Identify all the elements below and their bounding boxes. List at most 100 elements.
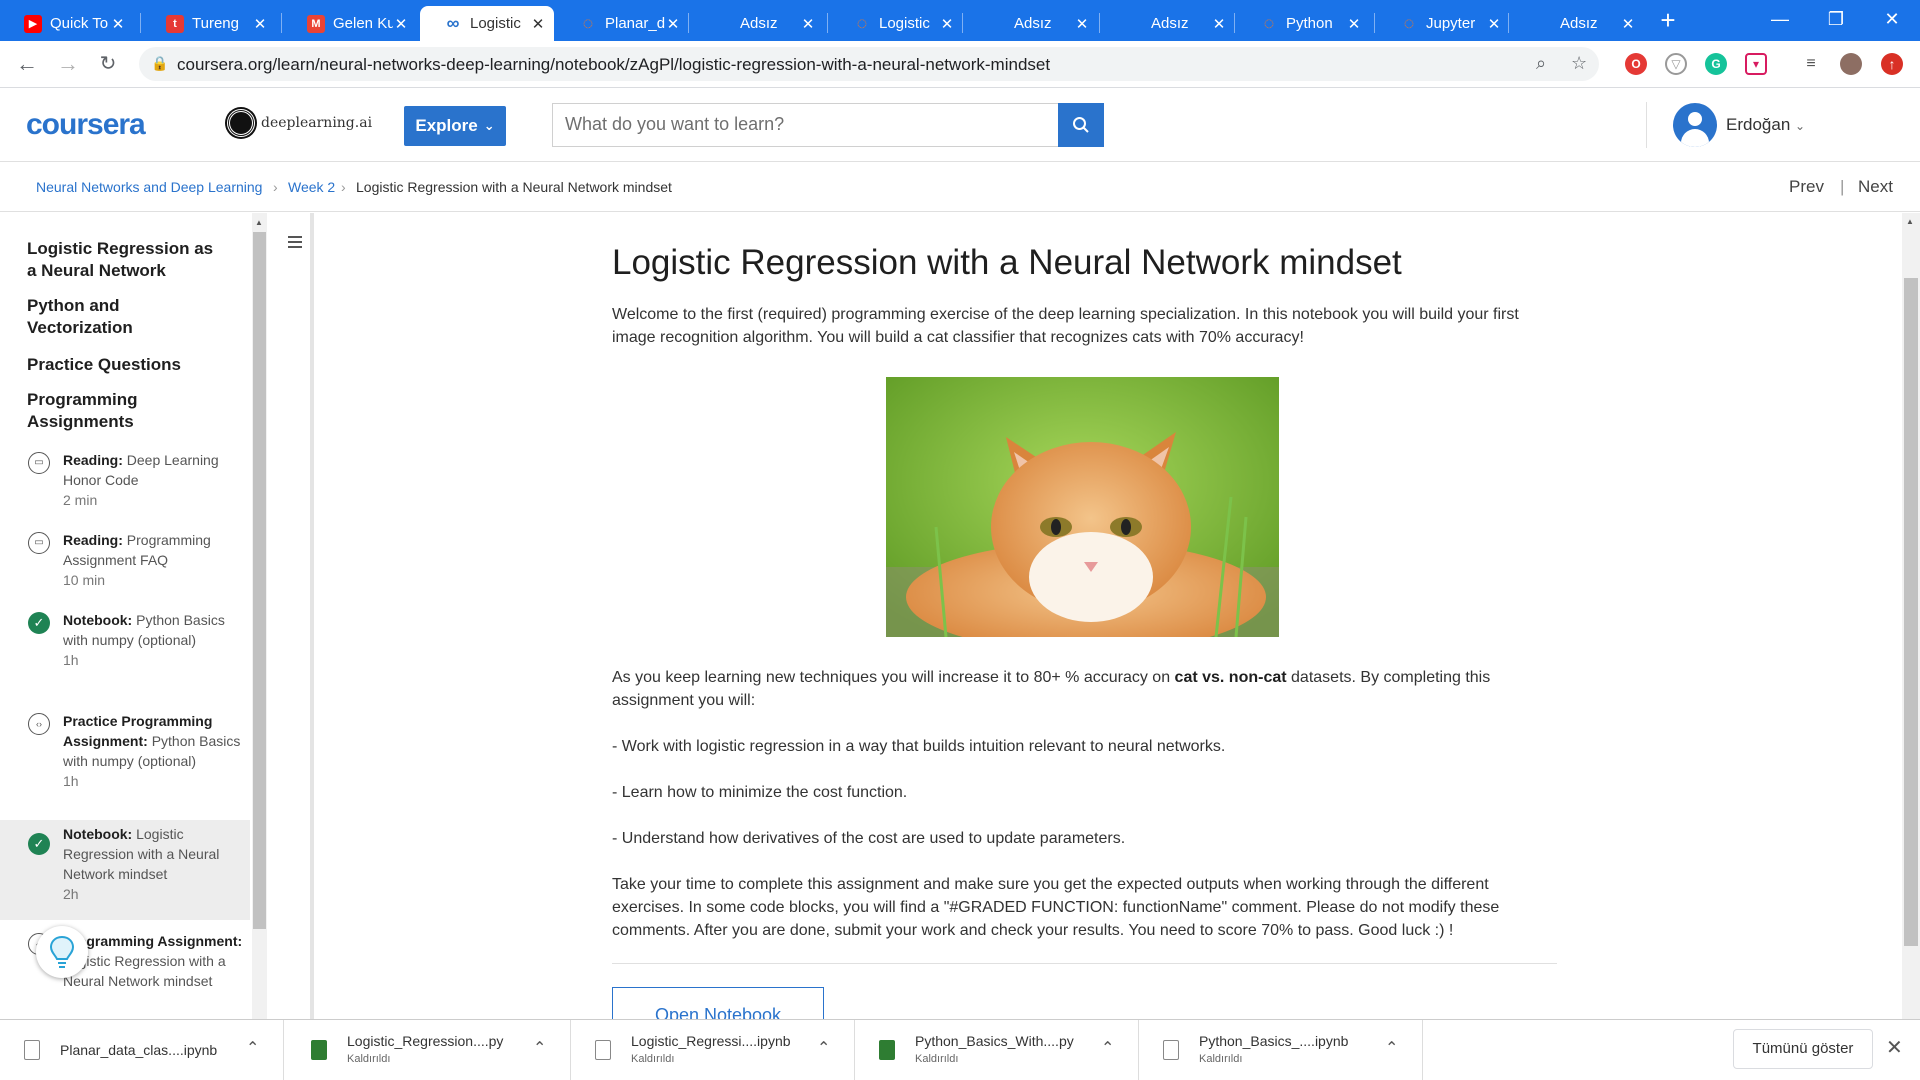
sidebar-section-programming[interactable]: Programming Assignments bbox=[27, 389, 227, 433]
chevron-up-icon[interactable]: ⌃ bbox=[1101, 1038, 1114, 1058]
shield-extension-icon[interactable]: ▽ bbox=[1665, 53, 1687, 75]
user-menu[interactable]: Erdoğan ⌄ bbox=[1726, 115, 1805, 135]
tab-close-icon[interactable]: ✕ bbox=[1211, 15, 1227, 33]
tab[interactable]: ◌ Jupyter ✕ bbox=[1376, 6, 1510, 41]
update-icon[interactable]: ↑ bbox=[1881, 53, 1903, 75]
breadcrumb-week[interactable]: Week 2 bbox=[288, 179, 335, 195]
sidebar-section-vectorization[interactable]: Python and Vectorization bbox=[27, 295, 227, 339]
scrollbar-thumb[interactable] bbox=[1904, 278, 1918, 946]
tab-close-icon[interactable]: ✕ bbox=[252, 15, 268, 33]
tab[interactable]: ◌ Logistic ✕ bbox=[829, 6, 963, 41]
tab[interactable]: ∞ Logistic ✕ bbox=[420, 6, 554, 41]
tab[interactable]: Adsız ✕ bbox=[964, 6, 1098, 41]
reading-list-icon[interactable]: ≡ bbox=[1800, 53, 1822, 75]
url-text[interactable]: coursera.org/learn/neural-networks-deep-… bbox=[177, 55, 1050, 75]
sidebar-item-honor-code[interactable]: ▭ Reading: Deep Learning Honor Code 2 mi… bbox=[0, 446, 250, 516]
pocket-extension-icon[interactable]: ▾ bbox=[1745, 53, 1767, 75]
scrollbar-thumb[interactable] bbox=[253, 232, 266, 929]
coursera-icon: ∞ bbox=[446, 13, 460, 33]
tab-close-icon[interactable]: ✕ bbox=[665, 15, 681, 33]
chevron-up-icon[interactable]: ⌃ bbox=[246, 1038, 259, 1058]
download-status: Kaldırıldı bbox=[631, 1053, 675, 1065]
tab-separator bbox=[1099, 13, 1100, 33]
download-item[interactable]: Planar_data_clas....ipynb ⌃ bbox=[0, 1020, 284, 1080]
grammarly-extension-icon[interactable]: G bbox=[1705, 53, 1727, 75]
partner-name: deeplearning.ai bbox=[261, 115, 373, 131]
partner-logo[interactable]: deeplearning.ai bbox=[227, 109, 372, 137]
scroll-up-icon[interactable]: ▲ bbox=[1906, 217, 1914, 226]
tab-close-icon[interactable]: ✕ bbox=[530, 15, 546, 33]
download-item[interactable]: Logistic_Regression....py Kaldırıldı ⌃ bbox=[287, 1020, 571, 1080]
tab[interactable]: M Gelen Ku ✕ bbox=[283, 6, 417, 41]
search-button[interactable] bbox=[1058, 103, 1104, 147]
breadcrumb-current: Logistic Regression with a Neural Networ… bbox=[356, 179, 672, 195]
tab-label: Quick To bbox=[50, 15, 109, 32]
minimize-window-button[interactable]: — bbox=[1752, 0, 1808, 40]
show-all-downloads-button[interactable]: Tümünü göster bbox=[1733, 1029, 1873, 1069]
prev-link[interactable]: Prev bbox=[1789, 177, 1824, 197]
cat-photo bbox=[886, 377, 1279, 637]
completed-check-icon: ✓ bbox=[28, 612, 50, 634]
tab-label: Adsız bbox=[1014, 15, 1052, 32]
scroll-up-icon[interactable]: ▲ bbox=[255, 218, 263, 227]
forward-icon[interactable]: → bbox=[53, 50, 83, 80]
chevron-up-icon[interactable]: ⌃ bbox=[1385, 1038, 1398, 1058]
back-icon[interactable]: ← bbox=[12, 50, 42, 80]
prev-next-divider: | bbox=[1840, 177, 1845, 196]
goals-paragraph: As you keep learning new techniques you … bbox=[612, 666, 1557, 712]
sidebar-scrollbar[interactable]: ▲ bbox=[252, 213, 267, 1019]
tab-close-icon[interactable]: ✕ bbox=[393, 15, 409, 33]
file-icon bbox=[1163, 1040, 1179, 1060]
close-download-bar-icon[interactable]: ✕ bbox=[1886, 1035, 1903, 1060]
next-link[interactable]: Next bbox=[1858, 177, 1893, 197]
close-window-button[interactable]: ✕ bbox=[1864, 0, 1920, 40]
tab-close-icon[interactable]: ✕ bbox=[110, 15, 126, 33]
sidebar-item-practice-assignment[interactable]: ‹› Practice Programming Assignment: Pyth… bbox=[0, 707, 250, 799]
tab-separator bbox=[1234, 13, 1235, 33]
item-title: Logistic Regression with a Neural Networ… bbox=[63, 953, 226, 989]
breadcrumb-course[interactable]: Neural Networks and Deep Learning bbox=[36, 179, 262, 195]
profile-avatar-icon[interactable] bbox=[1840, 53, 1862, 75]
restore-window-button[interactable]: ❐ bbox=[1808, 0, 1864, 40]
tab-close-icon[interactable]: ✕ bbox=[1620, 15, 1636, 33]
search-input[interactable]: What do you want to learn? bbox=[552, 103, 1060, 147]
tab[interactable]: ◌ Python ✕ bbox=[1236, 6, 1370, 41]
download-item[interactable]: Python_Basics_....ipynb Kaldırıldı ⌃ bbox=[1139, 1020, 1423, 1080]
reload-icon[interactable]: ↻ bbox=[93, 50, 123, 80]
page-scrollbar[interactable]: ▲ bbox=[1902, 213, 1920, 1019]
sidebar-section-logistic[interactable]: Logistic Regression as a Neural Network bbox=[27, 238, 227, 282]
tab[interactable]: Adsız ✕ bbox=[1101, 6, 1235, 41]
tab-label: Adsız bbox=[740, 15, 778, 32]
tab-close-icon[interactable]: ✕ bbox=[800, 15, 816, 33]
tab-close-icon[interactable]: ✕ bbox=[1074, 15, 1090, 33]
tab-close-icon[interactable]: ✕ bbox=[1486, 15, 1502, 33]
tab-close-icon[interactable]: ✕ bbox=[1346, 15, 1362, 33]
tab[interactable]: Adsız ✕ bbox=[1510, 6, 1644, 41]
sidebar-item-logistic-notebook[interactable]: ✓ Notebook: Logistic Regression with a N… bbox=[0, 820, 250, 920]
tab[interactable]: ▶ Quick To ✕ bbox=[0, 6, 134, 41]
zoom-icon[interactable]: ⌕ bbox=[1536, 53, 1546, 74]
tab-close-icon[interactable]: ✕ bbox=[939, 15, 955, 33]
tab[interactable]: Adsız ✕ bbox=[690, 6, 824, 41]
chevron-up-icon[interactable]: ⌃ bbox=[533, 1038, 546, 1058]
bookmark-star-icon[interactable]: ☆ bbox=[1571, 53, 1587, 74]
address-bar[interactable]: 🔒 coursera.org/learn/neural-networks-dee… bbox=[139, 47, 1599, 81]
sidebar-item-faq[interactable]: ▭ Reading: Programming Assignment FAQ 10… bbox=[0, 526, 250, 596]
sidebar-item-python-basics-notebook[interactable]: ✓ Notebook: Python Basics with numpy (op… bbox=[0, 606, 250, 698]
toc-panel bbox=[268, 213, 314, 1019]
new-tab-button[interactable]: + bbox=[1652, 6, 1684, 36]
lightbulb-icon bbox=[49, 935, 75, 968]
coursera-logo[interactable]: coursera bbox=[26, 108, 146, 142]
sidebar-section-practice[interactable]: Practice Questions bbox=[27, 354, 227, 376]
chevron-up-icon[interactable]: ⌃ bbox=[817, 1038, 830, 1058]
download-item[interactable]: Logistic_Regressi....ipynb Kaldırıldı ⌃ bbox=[571, 1020, 855, 1080]
explore-button[interactable]: Explore ⌄ bbox=[404, 106, 506, 146]
item-duration: 1h bbox=[63, 652, 79, 668]
tab[interactable]: ◌ Planar_d ✕ bbox=[555, 6, 689, 41]
table-of-contents-icon[interactable] bbox=[280, 233, 302, 251]
lightbulb-help-button[interactable] bbox=[36, 926, 88, 978]
opera-extension-icon[interactable]: O bbox=[1625, 53, 1647, 75]
tab[interactable]: t Tureng ✕ bbox=[142, 6, 276, 41]
download-item[interactable]: Python_Basics_With....py Kaldırıldı ⌃ bbox=[855, 1020, 1139, 1080]
user-avatar-icon[interactable] bbox=[1673, 103, 1717, 147]
